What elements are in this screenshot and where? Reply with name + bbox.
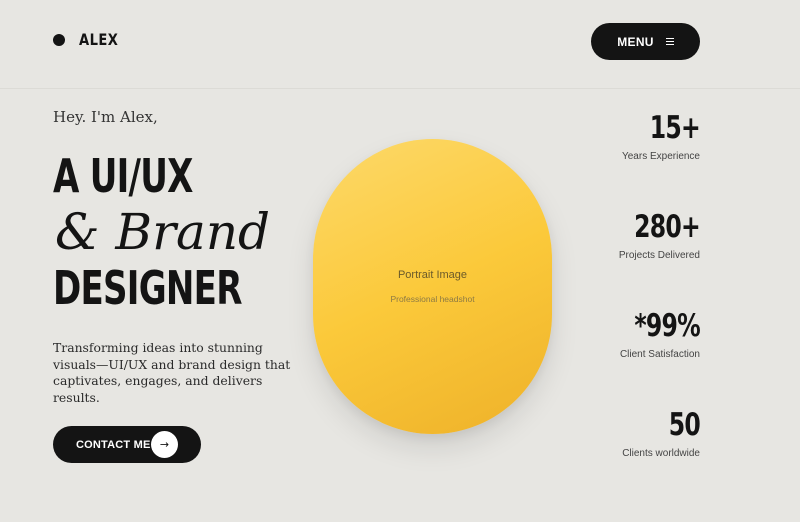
stat-value: *99% (634, 308, 700, 344)
hero-intro: Transforming ideas into stunning visuals… (53, 340, 291, 405)
contact-me-button[interactable]: CONTACT ME → (53, 426, 201, 463)
portrait-subtitle: Professional headshot (390, 294, 475, 304)
stat-label: Years Experience (621, 151, 700, 162)
page: ALEX MENU Hey. I'm Alex, A UI/UX & Brand… (0, 0, 800, 522)
menu-label: MENU (617, 34, 654, 49)
stat-label: Client Satisfaction (619, 349, 700, 360)
hamburger-icon (665, 38, 674, 45)
stat-clients-worldwide: 50 Clients worldwide (540, 407, 701, 459)
greeting-text: Hey. I'm Alex, (53, 108, 158, 126)
stat-label: Projects Delivered (618, 250, 700, 261)
portrait-image-placeholder: Portrait Image Professional headshot (313, 139, 552, 434)
stat-projects-delivered: 280+ Projects Delivered (540, 209, 701, 261)
contact-me-label: CONTACT ME (76, 438, 151, 451)
stat-years-experience: 15+ Years Experience (540, 110, 701, 162)
stat-value: 50 (668, 407, 701, 443)
headline-line-2: & Brand (55, 203, 271, 261)
hero-headline: A UI/UX & Brand DESIGNER (53, 150, 308, 314)
headline-line-3: DESIGNER (53, 261, 242, 315)
stat-value: 15+ (649, 110, 701, 146)
portrait-title: Portrait Image (397, 269, 468, 281)
menu-button[interactable]: MENU (591, 23, 700, 60)
arrow-right-icon: → (151, 431, 178, 458)
headline-line-1: A UI/UX (53, 149, 193, 203)
stat-value: 280+ (634, 209, 701, 245)
stat-label: Clients worldwide (622, 448, 700, 459)
stat-client-satisfaction: *99% Client Satisfaction (540, 308, 701, 360)
logo-text: ALEX (79, 30, 119, 49)
site-header: ALEX MENU (0, 0, 800, 89)
logo-dot-icon (53, 33, 65, 46)
logo[interactable]: ALEX (53, 30, 127, 49)
